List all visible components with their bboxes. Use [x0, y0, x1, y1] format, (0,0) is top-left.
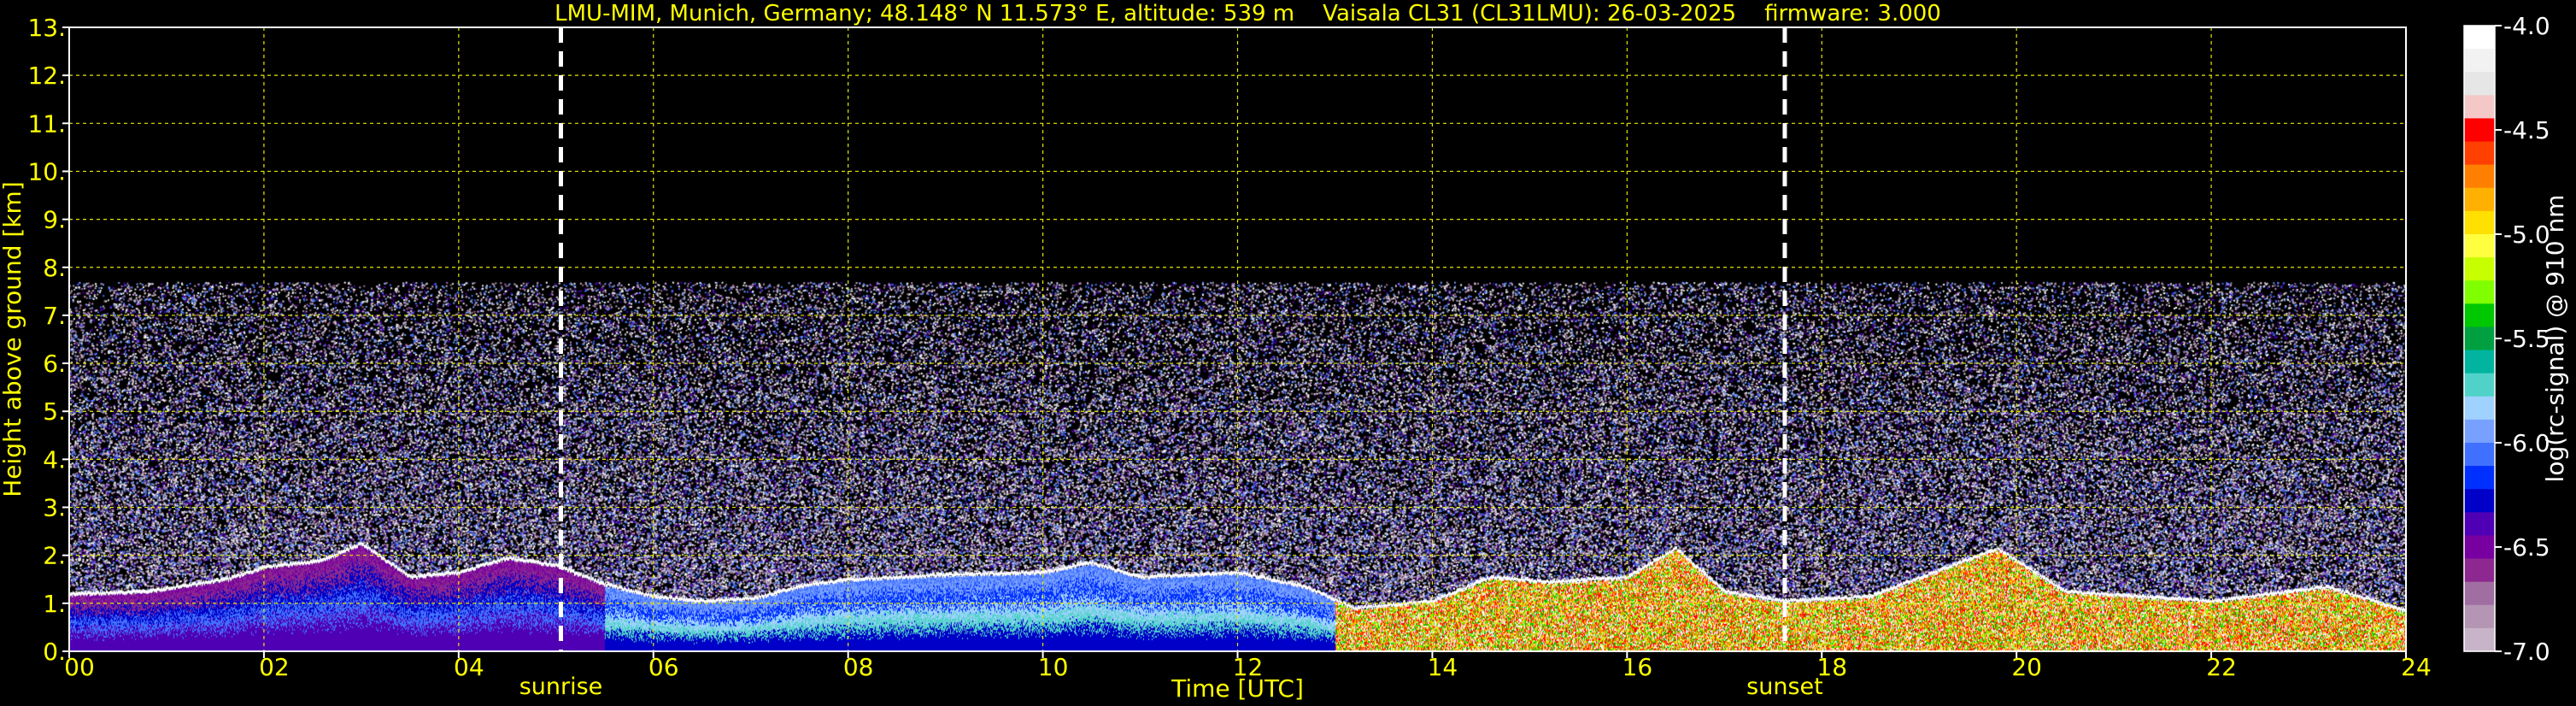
sunrise-label: sunrise [519, 674, 603, 700]
y-tick-label: 8. [43, 254, 66, 282]
colorbar-segment [2464, 373, 2495, 397]
sunset-label: sunset [1746, 674, 1823, 700]
colorbar-segment [2464, 327, 2495, 351]
y-tick-label: 10. [27, 157, 66, 185]
colorbar-segment [2464, 26, 2495, 50]
y-tick-label: 2. [43, 542, 66, 570]
colorbar-segment [2464, 280, 2495, 304]
backscatter-image [69, 27, 2406, 651]
colorbar-segment [2464, 303, 2495, 328]
colorbar-tick-label: -7.0 [2503, 638, 2550, 666]
y-tick-label: 0. [43, 638, 66, 666]
colorbar-tick-label: -4.5 [2503, 116, 2550, 144]
colorbar-segment [2464, 164, 2495, 189]
colorbar-segment [2464, 396, 2495, 421]
x-tick-label: 06 [648, 653, 679, 681]
y-tick-label: 11. [27, 109, 66, 138]
y-axis-label: Height above ground [km] [0, 181, 26, 497]
ceilometer-chart: sunrise sunset00 02 04 06 08 10 12 14 16 18 20 22 240… [0, 0, 2576, 706]
colorbar-segment [2464, 257, 2495, 281]
x-tick-label: 08 [843, 653, 874, 681]
x-tick-label: 24 [2401, 653, 2432, 681]
y-tick-label: 5. [43, 397, 66, 426]
colorbar-tick-label: -4.0 [2503, 12, 2550, 40]
colorbar-segment [2464, 72, 2495, 96]
x-tick-label: 16 [1622, 653, 1653, 681]
colorbar-tick-label: -6.5 [2503, 533, 2550, 562]
colorbar-segment [2464, 118, 2495, 143]
colorbar-segment [2464, 187, 2495, 212]
colorbar-segment [2464, 95, 2495, 120]
colorbar-label: log(rc-signal) @ 910 nm [2541, 195, 2569, 483]
y-tick-label: 1. [43, 590, 66, 618]
y-tick-label: 13. [27, 14, 66, 42]
colorbar-segment [2464, 443, 2495, 467]
plot-area [69, 27, 2406, 651]
colorbar-segment [2464, 49, 2495, 73]
colorbar-segment [2464, 234, 2495, 258]
colorbar-segment [2464, 604, 2495, 629]
x-tick-label: 18 [1816, 653, 1847, 681]
colorbar-segment [2464, 558, 2495, 583]
colorbar-segment [2464, 419, 2495, 444]
x-tick-label: 20 [2011, 653, 2042, 681]
x-tick-label: 00 [64, 653, 95, 681]
y-tick-label: 4. [43, 445, 66, 474]
x-tick-label: 04 [454, 653, 484, 681]
x-tick-label: 10 [1038, 653, 1069, 681]
y-tick-label: 9. [43, 206, 66, 234]
y-tick-label: 7. [43, 302, 66, 330]
colorbar-segment [2464, 350, 2495, 374]
colorbar-segment [2464, 512, 2495, 537]
y-tick-label: 3. [43, 494, 66, 522]
colorbar-segment [2464, 627, 2495, 652]
chart-title: LMU-MIM, Munich, Germany; 48.148° N 11.5… [555, 1, 1941, 26]
x-tick-label: 02 [259, 653, 290, 681]
y-tick-label: 12. [27, 62, 66, 90]
colorbar-segment [2464, 210, 2495, 235]
colorbar-segment [2464, 489, 2495, 513]
x-tick-label: 14 [1428, 653, 1458, 681]
colorbar [2463, 25, 2496, 652]
colorbar-segment [2464, 581, 2495, 606]
x-tick-label: 22 [2206, 653, 2237, 681]
colorbar-segment [2464, 466, 2495, 490]
colorbar-segment [2464, 535, 2495, 560]
y-tick-label: 6. [43, 350, 66, 378]
x-axis-label: Time [UTC] [1171, 674, 1304, 703]
colorbar-segment [2464, 141, 2495, 166]
